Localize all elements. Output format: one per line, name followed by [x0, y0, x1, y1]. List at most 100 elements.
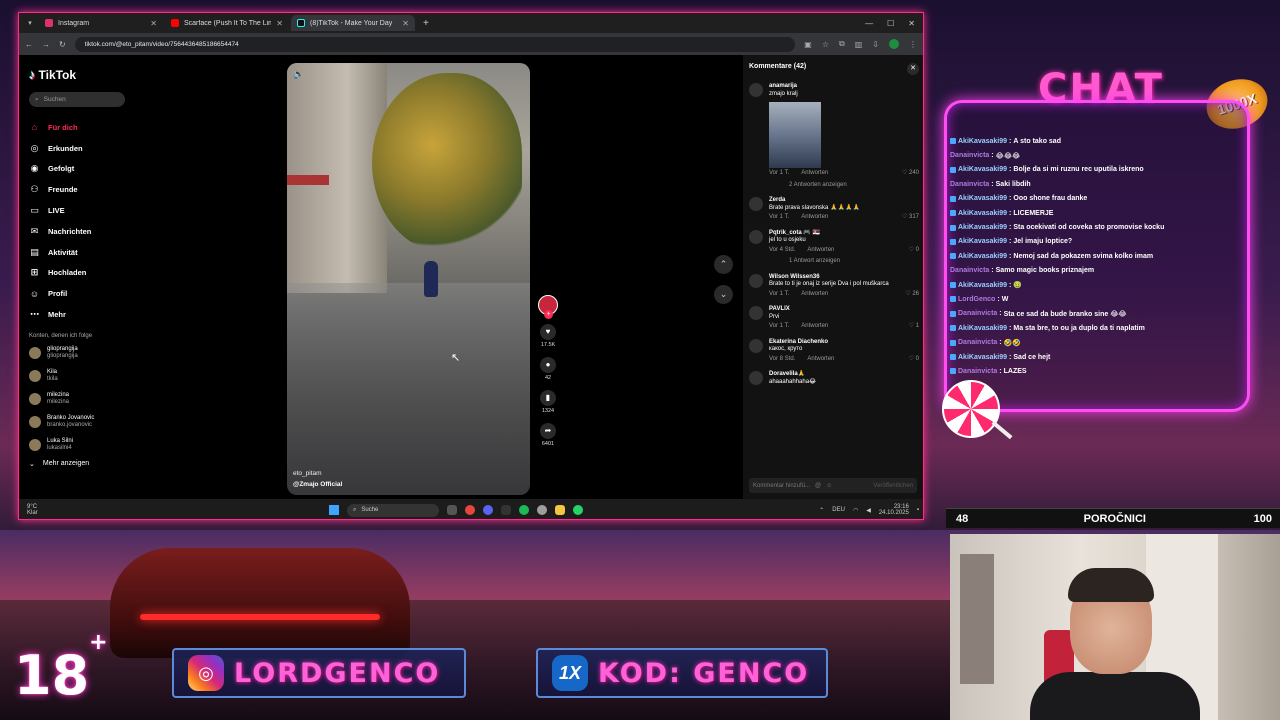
comment-user[interactable]: Wilson Wilssen36: [769, 274, 919, 282]
comment-user[interactable]: Doravelila🙏: [769, 371, 919, 379]
sidebar-item-7[interactable]: ⊞ Hochladen: [29, 263, 137, 284]
comment-like-button[interactable]: ♡ 317: [902, 214, 919, 222]
tab-instagram[interactable]: Instagram ✕: [39, 15, 163, 31]
close-comments-icon[interactable]: ✕: [907, 63, 919, 75]
back-icon[interactable]: ←: [25, 40, 33, 49]
comment-like-button[interactable]: ♡ 26: [905, 291, 919, 299]
search-input[interactable]: ⌕ Suchen: [29, 92, 125, 107]
sidebar-item-5[interactable]: ✉ Nachrichten: [29, 221, 137, 242]
volume-tray-icon[interactable]: ◀: [866, 507, 871, 514]
taskbar-search[interactable]: ⌕ Suche: [347, 503, 439, 517]
sidebar-item-8[interactable]: ☺ Profil: [29, 283, 137, 304]
creator-avatar[interactable]: +: [538, 295, 558, 319]
whatsapp-icon[interactable]: [573, 505, 583, 515]
view-replies-button[interactable]: 1 Antwort anzeigen: [769, 258, 919, 266]
obs-icon[interactable]: [537, 505, 547, 515]
tab-tiktok[interactable]: (8)TikTok - Make Your Day ✕: [291, 15, 415, 31]
comment-avatar[interactable]: [749, 197, 763, 211]
share-icon[interactable]: ➦: [540, 423, 556, 439]
volume-icon[interactable]: 🔈: [293, 69, 304, 80]
reply-button[interactable]: Antworten: [807, 356, 834, 364]
comment-like-button[interactable]: ♡ 0: [909, 356, 919, 364]
new-tab-button[interactable]: +: [417, 18, 435, 29]
chrome-icon[interactable]: [465, 505, 475, 515]
comment-user[interactable]: PAVLIX: [769, 306, 919, 314]
reply-button[interactable]: Antworten: [801, 214, 828, 222]
wifi-icon[interactable]: ◠: [853, 507, 858, 514]
maximize-icon[interactable]: ☐: [887, 19, 894, 28]
next-video-chevron-down-icon[interactable]: ⌄: [714, 285, 733, 304]
followed-account[interactable]: milezina milezina: [29, 390, 137, 408]
video-player[interactable]: 🔈 eto_pitam @Zmajo Official: [287, 63, 530, 495]
comment-user[interactable]: Ekaterina Diachenko: [769, 339, 919, 347]
close-window-icon[interactable]: ✕: [908, 19, 915, 28]
profile-avatar-icon[interactable]: [889, 39, 899, 49]
tab-search-icon[interactable]: ▾: [23, 19, 37, 27]
comment-avatar[interactable]: [749, 83, 763, 97]
windows-start-icon[interactable]: [329, 505, 339, 515]
reply-button[interactable]: Antworten: [801, 291, 828, 299]
followed-account[interactable]: Kila tkila: [29, 367, 137, 385]
like-heart-icon[interactable]: ♥: [540, 324, 556, 340]
sidebar-item-9[interactable]: ⋯ Mehr: [29, 304, 137, 325]
extensions-icon[interactable]: ⧉: [839, 39, 845, 49]
comment-like-button[interactable]: ♡ 240: [902, 170, 919, 178]
clock[interactable]: 23:16 24.10.2025: [879, 504, 909, 517]
minimize-icon[interactable]: —: [865, 19, 873, 28]
comment-like-button[interactable]: ♡ 0: [909, 247, 919, 255]
comment-avatar[interactable]: [749, 338, 763, 353]
spotify-icon[interactable]: [519, 505, 529, 515]
reply-button[interactable]: Antworten: [801, 170, 828, 178]
followed-account[interactable]: glioprangija glioprangija: [29, 344, 137, 362]
sidebar-item-1[interactable]: ◎ Erkunden: [29, 138, 137, 159]
sidebar-icon[interactable]: ▥: [855, 40, 863, 49]
reply-button[interactable]: Antworten: [801, 323, 828, 331]
comment-input[interactable]: Kommentar hinzufü... @ ☺ Veröffentlichen: [749, 478, 917, 493]
comment-avatar[interactable]: [749, 229, 763, 244]
comment-image[interactable]: [769, 102, 821, 168]
mention-icon[interactable]: @: [815, 483, 821, 489]
previous-video-chevron-up-icon[interactable]: ⌃: [714, 255, 733, 274]
comment-icon[interactable]: ●: [540, 357, 556, 373]
url-field[interactable]: tiktok.com/@eto_pitam/video/756443648518…: [74, 36, 796, 52]
task-view-icon[interactable]: [447, 505, 457, 515]
sidebar-item-6[interactable]: ▤ Aktivität: [29, 242, 137, 263]
download-icon[interactable]: ⇩: [872, 40, 879, 49]
bookmark-star-icon[interactable]: ☆: [822, 40, 829, 49]
file-explorer-icon[interactable]: [555, 505, 565, 515]
sidebar-item-4[interactable]: ▭ LIVE: [29, 200, 137, 221]
show-more-accounts[interactable]: ⌄ Mehr anzeigen: [29, 460, 137, 468]
close-tab-icon[interactable]: ✕: [276, 19, 283, 28]
tiktok-logo[interactable]: ♪ TikTok: [29, 67, 137, 82]
discord-icon[interactable]: [483, 505, 493, 515]
browser-menu-icon[interactable]: ⋮: [909, 40, 917, 49]
tab-youtube[interactable]: Scarface (Push It To The Limit) ✕: [165, 15, 289, 31]
sidebar-item-0[interactable]: ⌂ Für dich: [29, 117, 137, 138]
reload-icon[interactable]: ↻: [59, 40, 66, 49]
close-tab-icon[interactable]: ✕: [150, 19, 157, 28]
comment-avatar[interactable]: [749, 371, 763, 385]
comment-like-button[interactable]: ♡ 1: [909, 323, 919, 331]
sidebar-item-2[interactable]: ◉ Gefolgt: [29, 159, 137, 180]
sidebar-item-3[interactable]: ⚇ Freunde: [29, 179, 137, 200]
bookmark-icon[interactable]: ▮: [540, 390, 556, 406]
cast-icon[interactable]: ▣: [804, 40, 812, 49]
video-sound[interactable]: @Zmajo Official: [293, 481, 342, 488]
follow-plus-icon[interactable]: +: [544, 310, 553, 319]
comment-avatar[interactable]: [749, 306, 763, 320]
publish-button[interactable]: Veröffentlichen: [873, 483, 913, 489]
reply-button[interactable]: Antworten: [807, 247, 834, 255]
view-replies-button[interactable]: 2 Antworten anzeigen: [769, 182, 919, 190]
weather-widget[interactable]: 9°C Klar: [19, 504, 99, 517]
comment-avatar[interactable]: [749, 273, 763, 288]
followed-account[interactable]: Branko Jovanovic branko.jovanovic: [29, 413, 137, 431]
tray-chevron-up-icon[interactable]: ⌃: [819, 507, 824, 514]
emoji-icon[interactable]: ☺: [826, 483, 832, 489]
close-tab-icon[interactable]: ✕: [402, 19, 409, 28]
notifications-icon[interactable]: ▪: [917, 507, 919, 513]
followed-account[interactable]: Luka Silni lukasilni4: [29, 436, 137, 454]
comment-user[interactable]: Pqtrik_cota 🎮 🇷🇸: [769, 230, 919, 238]
comment-user[interactable]: anamarija: [769, 83, 919, 91]
language-indicator[interactable]: DEU: [832, 507, 845, 513]
comment-user[interactable]: Zerda: [769, 197, 919, 205]
